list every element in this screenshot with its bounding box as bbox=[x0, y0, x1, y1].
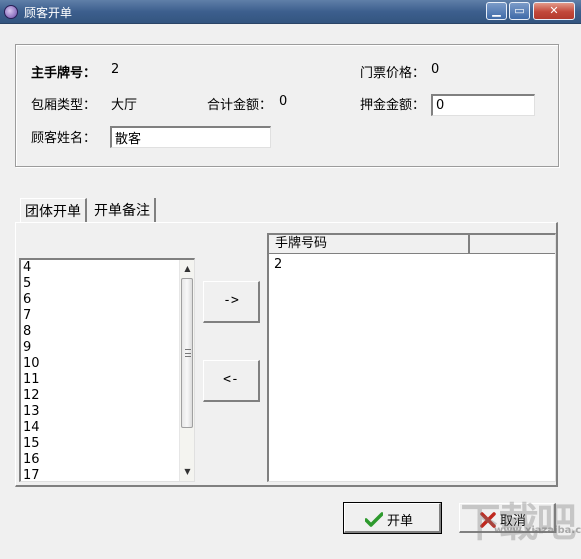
hand-card-label: 主手牌号： bbox=[31, 66, 97, 81]
list-item[interactable]: 6 bbox=[21, 292, 194, 308]
open-order-button[interactable]: 开单 bbox=[343, 502, 442, 534]
customer-name-input[interactable] bbox=[110, 126, 271, 148]
app-icon bbox=[4, 5, 18, 19]
watermark-logo: 下载吧 www.xiazaiba.com bbox=[454, 495, 581, 559]
tab-order-notes[interactable]: 开单备注 bbox=[90, 198, 156, 222]
list-item[interactable]: 8 bbox=[21, 324, 194, 340]
close-icon: ✕ bbox=[549, 4, 559, 17]
tab-order-notes-label: 开单备注 bbox=[94, 203, 150, 219]
list-item[interactable]: 4 bbox=[21, 260, 194, 276]
open-order-label: 开单 bbox=[387, 514, 414, 529]
check-icon bbox=[365, 511, 383, 527]
room-type-label: 包厢类型： bbox=[31, 98, 97, 113]
list-item[interactable]: 11 bbox=[21, 372, 194, 388]
grid-header: 手牌号码 bbox=[269, 235, 555, 254]
list-item[interactable]: 17 bbox=[21, 468, 194, 481]
list-item[interactable]: 14 bbox=[21, 420, 194, 436]
list-item[interactable]: 12 bbox=[21, 388, 194, 404]
minimize-button[interactable]: ▁ bbox=[486, 2, 507, 20]
watermark-url: www.xiazaiba.com bbox=[494, 525, 581, 536]
ticket-price-label: 门票价格： bbox=[360, 66, 426, 81]
list-item[interactable]: 15 bbox=[21, 436, 194, 452]
title-bar[interactable]: 顾客开单 ▁ ▭ ✕ bbox=[0, 0, 581, 24]
list-item[interactable]: 7 bbox=[21, 308, 194, 324]
grip-icon bbox=[185, 349, 191, 357]
available-card-list[interactable]: 4 5 6 7 8 9 10 11 12 13 14 15 16 17 ▲ ▼ bbox=[19, 258, 195, 482]
scroll-up-icon[interactable]: ▲ bbox=[180, 262, 194, 276]
total-amount-label: 合计金额： bbox=[207, 98, 273, 113]
selected-card-grid[interactable]: 手牌号码 2 bbox=[267, 233, 556, 482]
scroll-thumb[interactable] bbox=[181, 278, 193, 428]
tab-group-order[interactable]: 团体开单 bbox=[20, 198, 87, 222]
list-item[interactable]: 5 bbox=[21, 276, 194, 292]
table-row[interactable]: 2 bbox=[269, 257, 282, 273]
move-left-button[interactable]: <- bbox=[203, 360, 260, 402]
list-item[interactable]: 10 bbox=[21, 356, 194, 372]
maximize-icon: ▭ bbox=[514, 4, 525, 17]
deposit-amount-label: 押金金额： bbox=[360, 98, 426, 113]
ticket-price-value: 0 bbox=[431, 62, 440, 77]
list-scrollbar[interactable]: ▲ ▼ bbox=[179, 260, 194, 481]
minimize-icon: ▁ bbox=[492, 4, 501, 17]
list-item[interactable]: 9 bbox=[21, 340, 194, 356]
close-button[interactable]: ✕ bbox=[533, 2, 575, 20]
column-header-empty[interactable] bbox=[470, 235, 555, 253]
tab-group-order-label: 团体开单 bbox=[25, 204, 81, 220]
list-item[interactable]: 13 bbox=[21, 404, 194, 420]
move-right-button[interactable]: -> bbox=[203, 281, 260, 323]
customer-name-label: 顾客姓名： bbox=[31, 131, 97, 146]
list-item[interactable]: 16 bbox=[21, 452, 194, 468]
maximize-button[interactable]: ▭ bbox=[509, 2, 530, 20]
window-title: 顾客开单 bbox=[24, 6, 73, 20]
column-header-card-number[interactable]: 手牌号码 bbox=[269, 235, 470, 253]
scroll-down-icon[interactable]: ▼ bbox=[180, 465, 194, 479]
room-type-value: 大厅 bbox=[111, 98, 138, 113]
deposit-amount-input[interactable] bbox=[431, 94, 535, 116]
total-amount-value: 0 bbox=[279, 94, 288, 109]
hand-card-value: 2 bbox=[111, 62, 120, 77]
